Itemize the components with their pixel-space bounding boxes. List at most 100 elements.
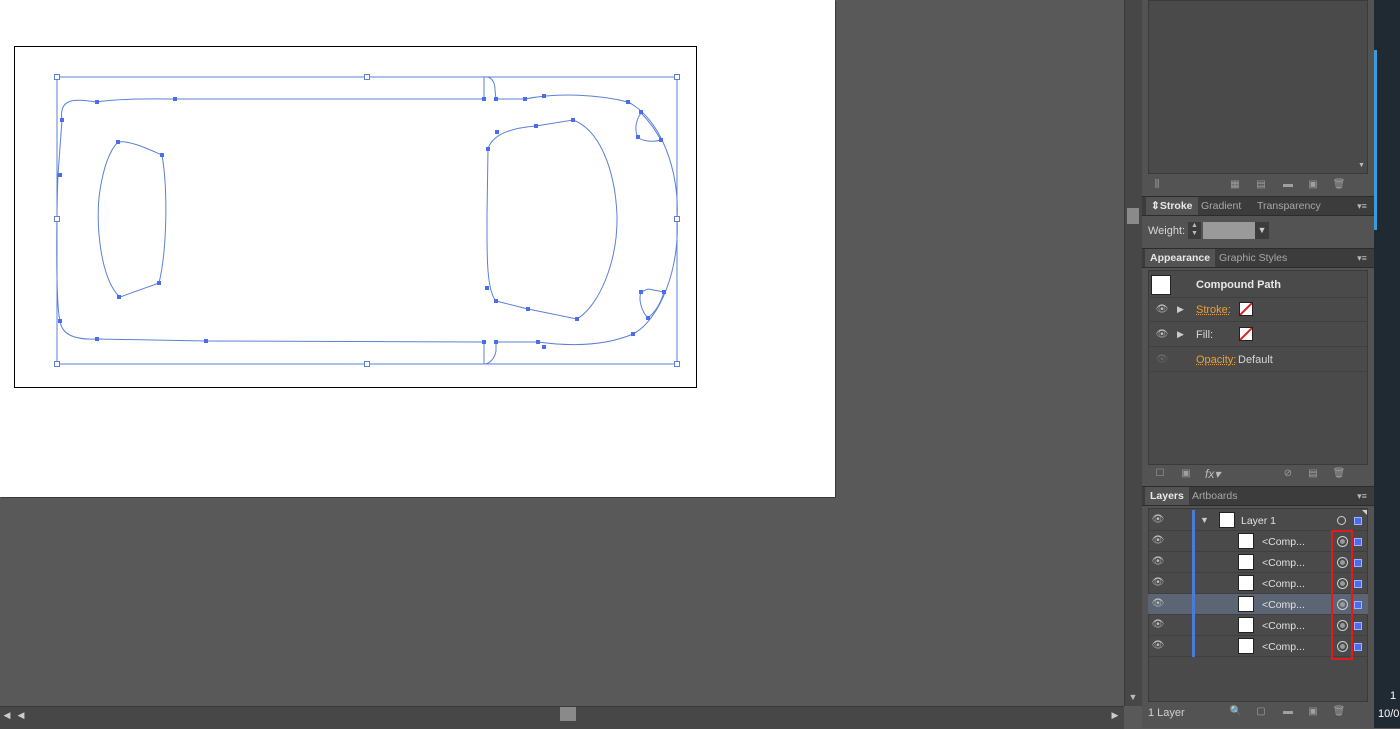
- library-menu-icon[interactable]: ⫼: [1150, 178, 1164, 192]
- swatch-kind-icon[interactable]: ▦: [1228, 178, 1242, 192]
- fill-none-swatch[interactable]: [1239, 327, 1253, 341]
- visibility-eye-icon[interactable]: 👁: [1150, 514, 1166, 526]
- selection-indicator[interactable]: [1354, 580, 1362, 588]
- object-type-label: Compound Path: [1196, 279, 1281, 291]
- selection-corner-icon: [1362, 510, 1367, 515]
- handle-bottom-left: [55, 362, 60, 367]
- add-new-stroke-icon[interactable]: ☐: [1153, 467, 1167, 481]
- locate-object-icon[interactable]: 🔍: [1229, 705, 1243, 719]
- tab-artboards[interactable]: Artboards: [1187, 487, 1243, 505]
- add-new-fill-icon[interactable]: ▣: [1179, 467, 1193, 481]
- new-sublayer-icon[interactable]: ▬: [1281, 705, 1295, 719]
- object-thumbnail: [1151, 275, 1171, 295]
- scroll-left-arrow-icon[interactable]: ◀: [14, 708, 28, 722]
- sublayer-name[interactable]: <Comp...: [1262, 557, 1305, 569]
- appearance-panel-tabbar: Appearance Graphic Styles ▾≡: [1142, 248, 1374, 268]
- sublayer-thumbnail: [1238, 533, 1254, 549]
- tab-transparency[interactable]: Transparency: [1252, 197, 1326, 215]
- clock-text: 1: [1390, 690, 1396, 702]
- taskbar-strip: 1 10/0: [1374, 0, 1400, 728]
- sublayer-thumbnail: [1238, 617, 1254, 633]
- visibility-eye-icon[interactable]: 👁: [1150, 556, 1166, 568]
- collapse-icon: ⇕: [1151, 200, 1160, 212]
- handle-bottom-center: [365, 362, 370, 367]
- scroll-down-arrow-icon[interactable]: ▼: [1126, 690, 1140, 704]
- tab-layers[interactable]: Layers: [1145, 487, 1189, 505]
- delete-layer-icon[interactable]: 🗑: [1332, 705, 1346, 719]
- handle-top-left: [55, 75, 60, 80]
- expand-triangle-icon[interactable]: ▶: [1177, 304, 1184, 315]
- layer-color-bar: [1192, 531, 1195, 657]
- panel-menu-icon[interactable]: ▾≡: [1354, 490, 1370, 502]
- tab-graphic-styles[interactable]: Graphic Styles: [1214, 249, 1292, 267]
- duplicate-item-icon[interactable]: ▤: [1306, 467, 1320, 481]
- handle-middle-right: [675, 217, 680, 222]
- handle-middle-left: [55, 217, 60, 222]
- vertical-scrollbar[interactable]: [1124, 0, 1143, 706]
- visibility-eye-icon[interactable]: 👁: [1150, 640, 1166, 652]
- new-swatch-icon[interactable]: ▣: [1306, 178, 1320, 192]
- weight-input[interactable]: [1203, 222, 1255, 239]
- visibility-eye-icon[interactable]: 👁: [1154, 329, 1170, 341]
- tab-stroke[interactable]: ⇕Stroke: [1146, 197, 1198, 215]
- highlight-box: [1331, 530, 1353, 660]
- opacity-label[interactable]: Opacity:: [1196, 354, 1236, 366]
- selection-indicator[interactable]: [1354, 559, 1362, 567]
- clear-appearance-icon[interactable]: ⊘: [1281, 467, 1295, 481]
- expand-triangle-icon[interactable]: ▶: [1177, 329, 1184, 340]
- new-layer-icon[interactable]: ▣: [1306, 705, 1320, 719]
- layer-name[interactable]: Layer 1: [1241, 515, 1276, 527]
- selection-indicator[interactable]: [1354, 643, 1362, 651]
- stroke-panel-tabbar: ⇕Stroke Gradient Transparency ▾≡: [1142, 196, 1374, 216]
- make-clipping-mask-icon[interactable]: ▢: [1254, 705, 1268, 719]
- vertical-scroll-thumb[interactable]: [1127, 208, 1139, 224]
- stroke-label[interactable]: Stroke:: [1196, 304, 1231, 316]
- panel-menu-icon[interactable]: ▾≡: [1354, 252, 1370, 264]
- divider: [1148, 346, 1368, 347]
- swatch-options-icon[interactable]: ▤: [1254, 178, 1268, 192]
- stroke-none-swatch[interactable]: [1239, 302, 1253, 316]
- windshield-path: [487, 120, 617, 319]
- car-outline-artwork[interactable]: [0, 0, 835, 497]
- car-body-path: [57, 77, 678, 364]
- selection-indicator[interactable]: [1354, 538, 1362, 546]
- layer-target-icon[interactable]: [1337, 516, 1346, 525]
- divider: [1148, 371, 1368, 372]
- layers-panel-tabbar: Layers Artboards ▾≡: [1142, 486, 1374, 506]
- weight-stepper[interactable]: ▲ ▼: [1188, 222, 1201, 239]
- swatches-panel-body: [1148, 0, 1368, 174]
- new-color-group-icon[interactable]: ▬: [1281, 178, 1295, 192]
- weight-dropdown-icon[interactable]: ▼: [1255, 222, 1269, 239]
- sublayer-name[interactable]: <Comp...: [1262, 578, 1305, 590]
- collapse-triangle-icon[interactable]: ▼: [1200, 515, 1209, 525]
- accent-bar: [1374, 50, 1377, 230]
- sublayer-thumbnail: [1238, 638, 1254, 654]
- sublayer-name[interactable]: <Comp...: [1262, 536, 1305, 548]
- delete-swatch-icon[interactable]: 🗑: [1332, 178, 1346, 192]
- selection-indicator[interactable]: [1354, 601, 1362, 609]
- sublayer-name[interactable]: <Comp...: [1262, 599, 1305, 611]
- visibility-eye-icon[interactable]: 👁: [1150, 598, 1166, 610]
- add-effect-icon[interactable]: fx▾: [1205, 467, 1220, 481]
- panel-menu-icon[interactable]: ▾≡: [1354, 200, 1370, 212]
- scroll-left-end-icon[interactable]: ◀: [0, 708, 14, 722]
- handle-top-center: [365, 75, 370, 80]
- visibility-eye-icon[interactable]: 👁: [1150, 535, 1166, 547]
- sublayer-name[interactable]: <Comp...: [1262, 641, 1305, 653]
- horizontal-scroll-thumb[interactable]: [560, 707, 576, 721]
- sublayer-thumbnail: [1238, 596, 1254, 612]
- selection-indicator[interactable]: [1354, 622, 1362, 630]
- tab-gradient[interactable]: Gradient: [1196, 197, 1246, 215]
- selection-indicator[interactable]: [1354, 517, 1362, 525]
- visibility-eye-icon[interactable]: 👁: [1154, 304, 1170, 316]
- fill-label[interactable]: Fill:: [1196, 329, 1213, 341]
- scroll-down-icon[interactable]: ▼: [1358, 162, 1366, 170]
- scroll-right-arrow-icon[interactable]: ▶: [1108, 708, 1122, 722]
- visibility-eye-icon[interactable]: 👁: [1150, 577, 1166, 589]
- visibility-eye-icon[interactable]: 👁: [1150, 619, 1166, 631]
- sublayer-name[interactable]: <Comp...: [1262, 620, 1305, 632]
- rear-window-path: [98, 142, 166, 297]
- tab-appearance[interactable]: Appearance: [1145, 249, 1215, 267]
- visibility-eye-icon[interactable]: 👁: [1154, 354, 1170, 366]
- delete-item-icon[interactable]: 🗑: [1332, 467, 1346, 481]
